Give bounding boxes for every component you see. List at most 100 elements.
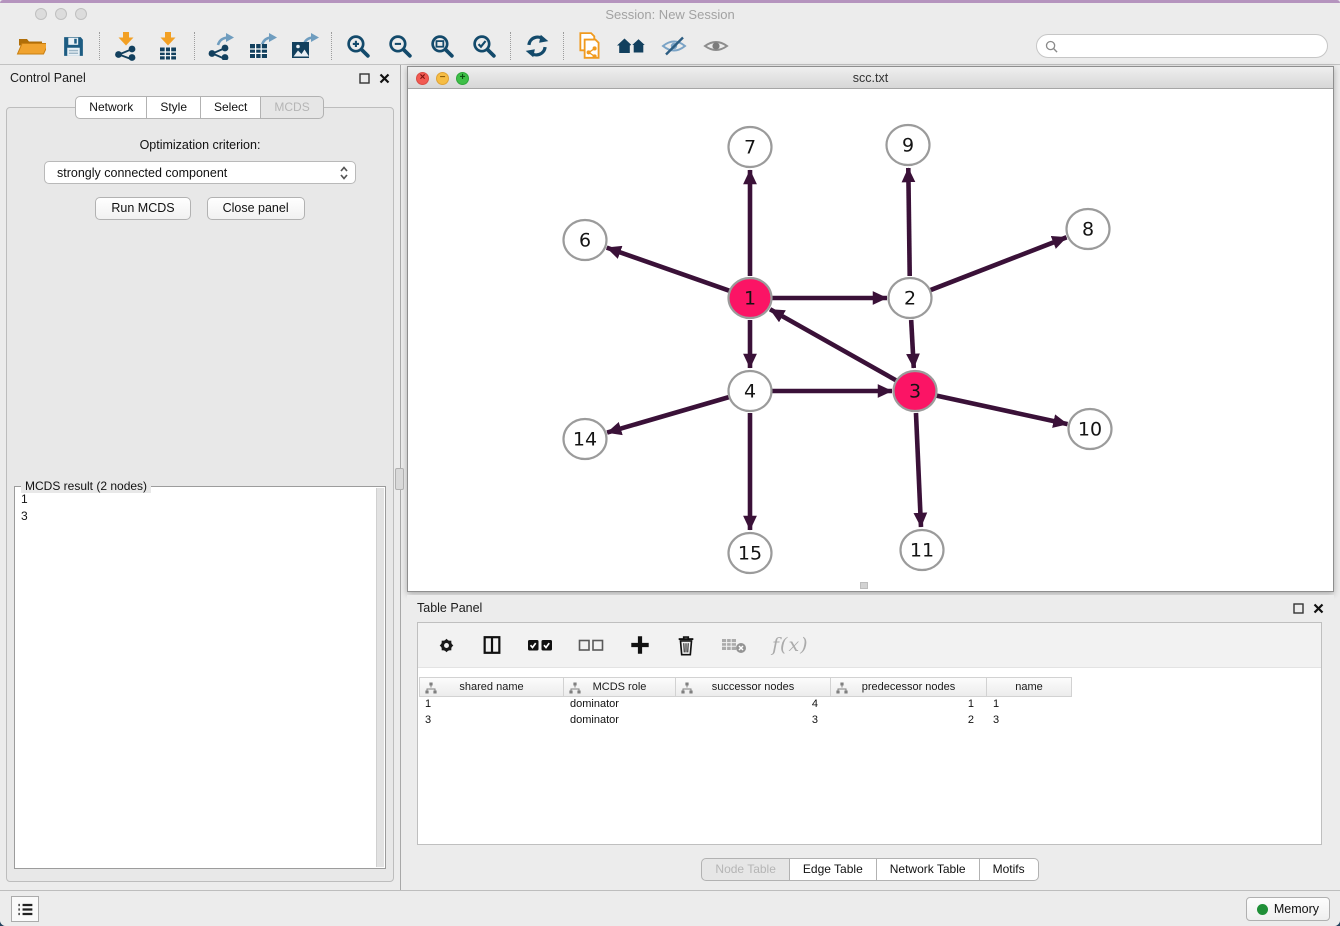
svg-text:14: 14 bbox=[573, 429, 597, 451]
graph-edge-4-14[interactable] bbox=[607, 397, 729, 432]
tab-select[interactable]: Select bbox=[200, 96, 261, 119]
svg-text:4: 4 bbox=[744, 381, 756, 403]
float-panel-icon[interactable] bbox=[359, 73, 370, 84]
cell-predecessor-nodes[interactable]: 2 bbox=[831, 713, 987, 729]
graph-edge-1-6[interactable] bbox=[607, 248, 730, 291]
graph-node-11[interactable]: 11 bbox=[901, 530, 944, 570]
import-table-icon[interactable] bbox=[147, 30, 189, 62]
svg-text:3: 3 bbox=[909, 381, 921, 403]
cell-predecessor-nodes[interactable]: 1 bbox=[831, 697, 987, 713]
unselect-all-icon[interactable] bbox=[578, 637, 605, 653]
graph-edge-2-8[interactable] bbox=[931, 237, 1067, 290]
column-header-shared-name[interactable]: shared name bbox=[419, 677, 564, 697]
tab-motifs[interactable]: Motifs bbox=[979, 858, 1039, 881]
toolbar-separator bbox=[331, 32, 332, 60]
delete-row-icon[interactable] bbox=[675, 633, 697, 658]
graph-edge-3-10[interactable] bbox=[936, 396, 1067, 424]
tab-network-table[interactable]: Network Table bbox=[876, 858, 980, 881]
graph-edge-3-1[interactable] bbox=[770, 309, 896, 380]
close-panel-icon[interactable] bbox=[1313, 603, 1324, 614]
cell-shared-name[interactable]: 1 bbox=[419, 697, 564, 713]
column-header-successor-nodes[interactable]: successor nodes bbox=[676, 677, 831, 697]
svg-text:10: 10 bbox=[1078, 419, 1102, 441]
tab-style[interactable]: Style bbox=[146, 96, 201, 119]
graph-node-10[interactable]: 10 bbox=[1069, 409, 1112, 449]
search-input[interactable] bbox=[1063, 39, 1319, 53]
zoom-fit-icon[interactable] bbox=[421, 30, 463, 62]
import-network-icon[interactable] bbox=[105, 30, 147, 62]
cell-name[interactable]: 3 bbox=[987, 713, 1072, 729]
memory-status-dot bbox=[1257, 904, 1268, 915]
graph-edge-2-3[interactable] bbox=[911, 320, 914, 368]
cell-MCDS-role[interactable]: dominator bbox=[564, 713, 676, 729]
table-row[interactable]: 1dominator411 bbox=[419, 697, 1320, 713]
panel-splitter-handle[interactable] bbox=[395, 468, 404, 490]
graph-node-8[interactable]: 8 bbox=[1067, 209, 1110, 249]
mcds-result-scrollbar[interactable] bbox=[376, 488, 384, 867]
home-network-icon[interactable] bbox=[611, 30, 653, 62]
graph-node-1[interactable]: 1 bbox=[729, 278, 772, 318]
graph-node-15[interactable]: 15 bbox=[729, 533, 772, 573]
graph-node-7[interactable]: 7 bbox=[729, 127, 772, 167]
graph-node-6[interactable]: 6 bbox=[564, 220, 607, 260]
graph-edge-2-9[interactable] bbox=[908, 168, 909, 276]
table-row[interactable]: 3dominator323 bbox=[419, 713, 1320, 729]
node-table-container: f(x) shared nameMCDS rolesuccessor nodes… bbox=[417, 622, 1322, 845]
add-row-icon[interactable] bbox=[629, 634, 651, 656]
run-mcds-button[interactable]: Run MCDS bbox=[95, 197, 190, 220]
select-all-icon[interactable] bbox=[527, 637, 554, 653]
cell-successor-nodes[interactable]: 4 bbox=[676, 697, 831, 713]
tab-mcds[interactable]: MCDS bbox=[260, 96, 323, 119]
copy-network-icon[interactable] bbox=[569, 30, 611, 62]
network-window-titlebar[interactable]: × − + scc.txt bbox=[408, 67, 1333, 89]
gear-icon[interactable] bbox=[436, 635, 457, 656]
graph-node-4[interactable]: 4 bbox=[729, 371, 772, 411]
app-titlebar: Session: New Session bbox=[0, 0, 1340, 28]
column-selector-icon[interactable] bbox=[481, 634, 503, 656]
float-panel-icon[interactable] bbox=[1293, 603, 1304, 614]
tab-edge-table[interactable]: Edge Table bbox=[789, 858, 877, 881]
hide-eye-icon[interactable] bbox=[653, 30, 695, 62]
memory-button[interactable]: Memory bbox=[1246, 897, 1330, 921]
control-panel-tabs: NetworkStyleSelectMCDS bbox=[0, 96, 400, 119]
function-builder-icon[interactable]: f(x) bbox=[772, 634, 809, 656]
graph-node-2[interactable]: 2 bbox=[889, 278, 932, 318]
open-session-icon[interactable] bbox=[10, 30, 52, 62]
tab-network[interactable]: Network bbox=[75, 96, 147, 119]
close-panel-button[interactable]: Close panel bbox=[207, 197, 305, 220]
close-panel-icon[interactable] bbox=[379, 73, 390, 84]
export-table-icon[interactable] bbox=[242, 30, 284, 62]
mcds-result-text[interactable]: 1 3 bbox=[21, 491, 373, 866]
graph-edge-3-11[interactable] bbox=[916, 413, 921, 527]
task-history-button[interactable] bbox=[11, 896, 39, 922]
zoom-selected-icon[interactable] bbox=[463, 30, 505, 62]
toolbar-separator bbox=[510, 32, 511, 60]
app-title: Session: New Session bbox=[0, 7, 1340, 22]
export-network-icon[interactable] bbox=[200, 30, 242, 62]
save-session-icon[interactable] bbox=[52, 30, 94, 62]
graph-node-14[interactable]: 14 bbox=[564, 419, 607, 459]
cell-shared-name[interactable]: 3 bbox=[419, 713, 564, 729]
show-eye-icon[interactable] bbox=[695, 30, 737, 62]
svg-text:11: 11 bbox=[910, 540, 934, 562]
search-box bbox=[1036, 34, 1328, 58]
optimization-criterion-select[interactable]: strongly connected component bbox=[44, 161, 356, 184]
cell-successor-nodes[interactable]: 3 bbox=[676, 713, 831, 729]
zoom-in-icon[interactable] bbox=[337, 30, 379, 62]
delete-table-icon[interactable] bbox=[721, 635, 748, 655]
column-header-name[interactable]: name bbox=[987, 677, 1072, 697]
refresh-icon[interactable] bbox=[516, 30, 558, 62]
tab-node-table[interactable]: Node Table bbox=[701, 858, 790, 881]
column-header-predecessor-nodes[interactable]: predecessor nodes bbox=[831, 677, 987, 697]
cell-name[interactable]: 1 bbox=[987, 697, 1072, 713]
optimization-criterion-label: Optimization criterion: bbox=[7, 138, 393, 152]
canvas-scrollbar-thumb[interactable] bbox=[860, 582, 868, 589]
export-image-icon[interactable] bbox=[284, 30, 326, 62]
network-canvas[interactable]: 7 9 6 8 1 2 4 3 14 10 15 11 bbox=[408, 90, 1333, 591]
cell-MCDS-role[interactable]: dominator bbox=[564, 697, 676, 713]
zoom-out-icon[interactable] bbox=[379, 30, 421, 62]
graph-node-3[interactable]: 3 bbox=[894, 371, 937, 411]
column-header-MCDS-role[interactable]: MCDS role bbox=[564, 677, 676, 697]
status-bar: Memory bbox=[0, 890, 1340, 926]
graph-node-9[interactable]: 9 bbox=[887, 125, 930, 165]
